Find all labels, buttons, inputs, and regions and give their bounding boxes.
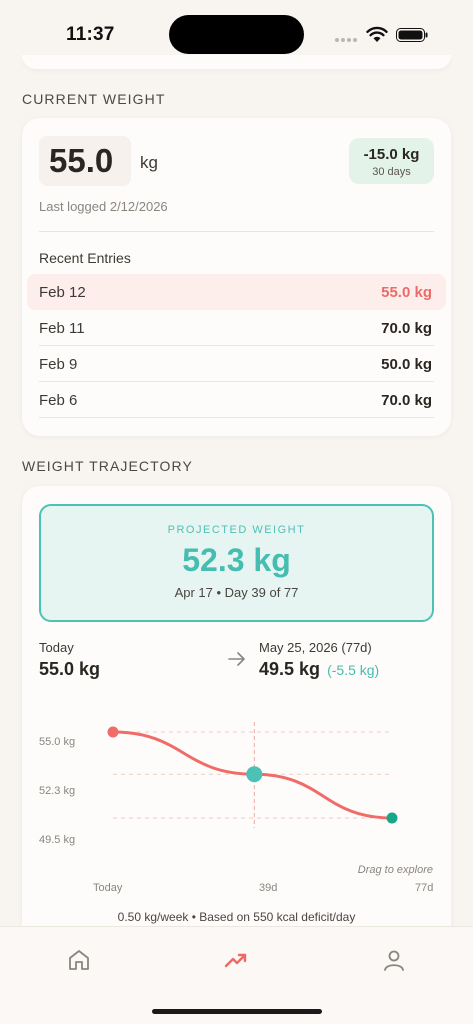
previous-card-edge [22,55,451,69]
entry-date: Feb 9 [39,356,78,373]
projected-weight-box: PROJECTED WEIGHT 52.3 kg Apr 17 • Day 39… [39,504,434,622]
weight-trajectory-label: WEIGHT TRAJECTORY [22,458,193,474]
signal-icon [335,38,357,42]
target-date: May 25, 2026 (77d) [259,640,372,655]
current-weight-card: 55.0 kg -15.0 kg 30 days Last logged 2/1… [22,118,451,436]
home-icon [69,950,89,970]
entry-value: 50.0 kg [381,356,432,373]
tab-profile[interactable] [379,945,409,975]
weight-trajectory-card: PROJECTED WEIGHT 52.3 kg Apr 17 • Day 39… [22,486,451,946]
current-weight-unit: kg [140,153,158,172]
row-divider [39,417,434,418]
entry-row[interactable]: Feb 12 55.0 kg [27,274,446,310]
current-weight-label: CURRENT WEIGHT [22,91,166,107]
entry-value: 55.0 kg [381,284,432,301]
weight-change-badge: -15.0 kg 30 days [349,138,434,184]
home-indicator [152,1009,322,1014]
current-weight-value-box: 55.0 [39,136,131,186]
entry-value: 70.0 kg [381,320,432,337]
target-difference: (-5.5 kg) [327,662,380,678]
today-value: 55.0 kg [39,659,101,679]
y-tick-label: 55.0 kg [39,736,76,748]
tab-trends[interactable] [221,945,251,975]
current-weight-value: 55.0 [49,142,114,179]
x-tick-label: Today [93,882,123,894]
entry-date: Feb 11 [39,320,85,337]
target-value: 49.5 kg (-5.5 kg) [259,659,379,680]
projected-weight-subtitle: Apr 17 • Day 39 of 77 [174,585,299,600]
entry-row[interactable]: Feb 9 50.0 kg [27,346,446,382]
weight-change-period: 30 days [372,166,411,178]
recent-entries-title: Recent Entries [39,250,131,266]
weight-change-value: -15.0 kg [363,146,420,163]
x-tick-label: 39d [259,882,278,894]
entry-row[interactable]: Feb 11 70.0 kg [27,310,446,346]
entry-row[interactable]: Feb 6 70.0 kg [27,382,446,418]
projected-weight-label: PROJECTED WEIGHT [167,524,306,536]
status-bar: 11:37 [0,0,473,62]
entry-value: 70.0 kg [381,392,432,409]
start-point [107,726,119,738]
target-weight: 49.5 kg [259,659,321,679]
divider [39,231,434,232]
y-tick-label: 52.3 kg [39,785,76,797]
trajectory-chart[interactable]: 55.0 kg 52.3 kg 49.5 kg Drag to explore … [22,714,451,904]
end-point [386,812,398,824]
wifi-icon [366,26,388,42]
trajectory-chart-svg[interactable] [22,714,451,874]
last-logged: Last logged 2/12/2026 [39,199,168,214]
entry-date: Feb 12 [39,284,86,301]
battery-icon [396,28,428,42]
profile-icon [384,950,404,971]
trajectory-footnote: 0.50 kg/week • Based on 550 kcal deficit… [117,910,356,924]
projected-weight-value: 52.3 kg [182,542,291,578]
selected-point [246,766,263,783]
dynamic-island [169,15,304,54]
entry-date: Feb 6 [39,392,78,409]
today-label: Today [39,640,74,655]
status-time: 11:37 [66,24,115,45]
trend-icon [224,953,247,968]
screen: 11:37 CURRENT WEIGHT 55.0 kg -15.0 kg 30… [0,0,473,1024]
x-tick-label: 77d [415,882,434,894]
tab-home[interactable] [64,945,94,975]
drag-hint: Drag to explore [357,864,433,876]
y-tick-label: 49.5 kg [39,834,76,846]
arrow-right-icon [228,652,245,666]
